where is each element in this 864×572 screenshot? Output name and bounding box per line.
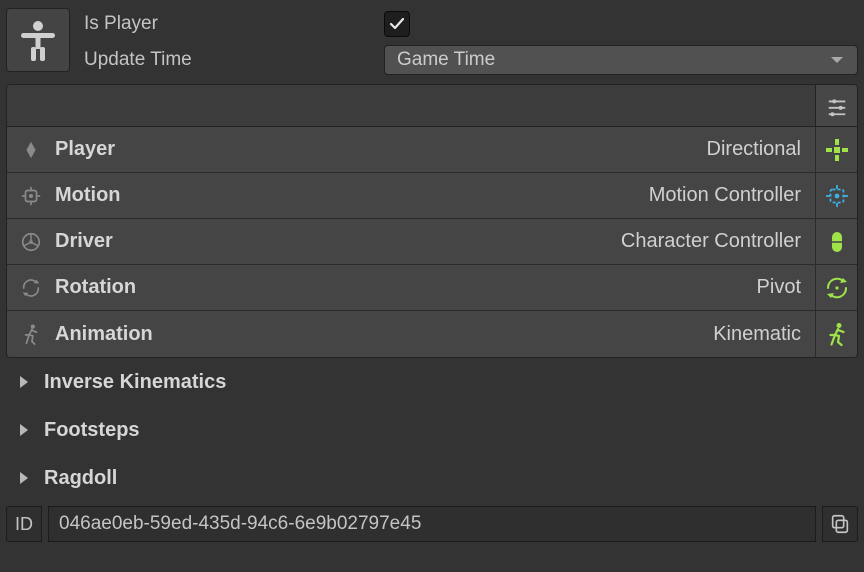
id-value[interactable]: 046ae0eb-59ed-435d-94c6-6e9b02797e45 xyxy=(48,506,816,542)
section-player-value: Directional xyxy=(707,138,815,161)
section-player-label: Player xyxy=(55,138,115,161)
chevron-down-icon xyxy=(831,57,843,63)
header-fields: Is Player Update Time Game Time xyxy=(84,8,858,74)
id-label: ID xyxy=(6,506,42,542)
update-time-label: Update Time xyxy=(84,49,384,71)
chip-icon xyxy=(824,183,850,209)
foldout-label: Ragdoll xyxy=(44,467,117,490)
panel-toolbar xyxy=(7,85,857,127)
section-driver-value: Character Controller xyxy=(621,230,815,253)
update-time-value: Game Time xyxy=(397,49,495,71)
capsule-icon xyxy=(824,229,850,255)
run-icon xyxy=(824,321,850,347)
copy-icon xyxy=(829,513,851,535)
sliders-icon xyxy=(826,95,848,117)
update-time-dropdown[interactable]: Game Time xyxy=(384,45,858,75)
foldout-label: Inverse Kinematics xyxy=(44,371,226,394)
section-animation-label: Animation xyxy=(55,323,153,346)
section-rotation-value: Pivot xyxy=(757,276,815,299)
copy-id-button[interactable] xyxy=(822,506,858,542)
dpad-icon xyxy=(824,137,850,163)
foldout-inverse-kinematics[interactable]: Inverse Kinematics xyxy=(6,358,858,406)
section-motion-value: Motion Controller xyxy=(649,184,815,207)
section-motion-label: Motion xyxy=(55,184,121,207)
foldout-ragdoll[interactable]: Ragdoll xyxy=(6,454,858,502)
id-row: ID 046ae0eb-59ed-435d-94c6-6e9b02797e45 xyxy=(6,506,858,542)
section-motion[interactable]: Motion Motion Controller xyxy=(7,173,857,219)
settings-button[interactable] xyxy=(815,85,857,126)
section-rotation-label: Rotation xyxy=(55,276,136,299)
section-animation[interactable]: Animation Kinematic xyxy=(7,311,857,357)
caret-right-icon xyxy=(20,376,28,388)
person-icon xyxy=(15,17,61,63)
foldout-label: Footsteps xyxy=(44,419,140,442)
caret-right-icon xyxy=(20,472,28,484)
run-icon xyxy=(20,323,42,345)
settings-panel: Player Directional Motion xyxy=(6,84,858,358)
update-time-row: Update Time Game Time xyxy=(84,46,858,74)
section-driver-label: Driver xyxy=(55,230,113,253)
is-player-label: Is Player xyxy=(84,13,384,35)
check-icon xyxy=(389,16,405,32)
wheel-icon xyxy=(20,231,42,253)
diamond-icon xyxy=(20,139,42,161)
rotate-icon xyxy=(824,275,850,301)
is-player-row: Is Player xyxy=(84,10,858,38)
section-rotation[interactable]: Rotation Pivot xyxy=(7,265,857,311)
section-player[interactable]: Player Directional xyxy=(7,127,857,173)
is-player-checkbox[interactable] xyxy=(384,11,410,37)
section-driver[interactable]: Driver Character Controller xyxy=(7,219,857,265)
avatar xyxy=(6,8,70,72)
component-header: Is Player Update Time Game Time xyxy=(6,6,858,84)
section-animation-value: Kinematic xyxy=(713,323,815,346)
caret-right-icon xyxy=(20,424,28,436)
foldout-footsteps[interactable]: Footsteps xyxy=(6,406,858,454)
rotate-icon xyxy=(20,277,42,299)
chip-icon xyxy=(20,185,42,207)
